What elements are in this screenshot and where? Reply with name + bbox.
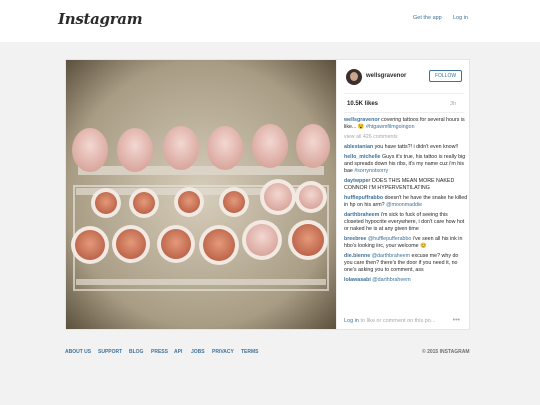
- follow-button[interactable]: FOLLOW: [429, 70, 462, 82]
- footer-link[interactable]: BLOG: [129, 349, 143, 355]
- caption: wellsgravenor covering tattoos for sever…: [344, 117, 468, 131]
- footer-link[interactable]: PRESS: [151, 349, 168, 355]
- header-divider: [344, 93, 464, 94]
- likes-count[interactable]: 10.5K likes: [347, 101, 378, 107]
- top-bar: Instagram Get the app Log in: [0, 0, 540, 42]
- comment-item: darthbraheem i'm sick to fuck of seeing …: [344, 212, 468, 233]
- comment-mention[interactable]: #sorrynotsorry: [354, 168, 388, 174]
- comment-username[interactable]: lolawasabi: [344, 277, 371, 283]
- post-username[interactable]: wellsgravenor: [366, 73, 406, 79]
- footer-link[interactable]: TERMS: [241, 349, 259, 355]
- comment-text: you have tatts?! i didn't even know!!: [373, 144, 459, 150]
- login-prompt-link[interactable]: Log in: [344, 318, 359, 324]
- caption-hashtag[interactable]: #htgawmfilmgoingon: [366, 124, 415, 130]
- comment-username[interactable]: hello_michelle: [344, 154, 381, 160]
- comments-list: wellsgravenor covering tattoos for sever…: [344, 117, 468, 287]
- log-in-link[interactable]: Log in: [453, 15, 468, 21]
- footer-link[interactable]: API: [174, 349, 182, 355]
- post-sidebar: wellsgravenor FOLLOW 10.5K likes 3h well…: [336, 60, 470, 329]
- login-prompt: Log in to like or comment on this po... …: [344, 317, 468, 324]
- comment-item: daytwpper DOES THIS MEAN MORE NAKED CONN…: [344, 178, 468, 192]
- comment-mention[interactable]: @hufflepufferabbo: [368, 236, 411, 242]
- comment-item: lolawasabi @darthbraheem: [344, 277, 468, 284]
- comment-item: hufflepuffrabbo doesn't he have the snak…: [344, 195, 468, 209]
- post-card: wellsgravenor FOLLOW 10.5K likes 3h well…: [65, 59, 470, 330]
- avatar[interactable]: [346, 69, 362, 85]
- post-photo: [66, 60, 336, 329]
- comment-item: hello_michelle Guys it's true, his tatto…: [344, 154, 468, 175]
- comment-username[interactable]: hufflepuffrabbo: [344, 195, 383, 201]
- login-prompt-text: to like or comment on this po...: [359, 318, 436, 324]
- comment-username[interactable]: die.bienne: [344, 253, 370, 259]
- comment-username[interactable]: breebree: [344, 236, 366, 242]
- comment-container: ablestanian you have tatts?! i didn't ev…: [344, 144, 468, 284]
- copyright: © 2015 INSTAGRAM: [422, 349, 470, 355]
- dizzy-face-emoji: 😵: [357, 124, 365, 130]
- footer-link[interactable]: JOBS: [191, 349, 205, 355]
- comment-mention[interactable]: @darthbraheem: [372, 253, 410, 259]
- likes-divider: [344, 112, 464, 113]
- get-app-link[interactable]: Get the app: [413, 15, 442, 21]
- comment-username[interactable]: darthbraheem: [344, 212, 379, 218]
- view-all-comments-link[interactable]: view all 426 comments: [344, 134, 468, 140]
- footer-link[interactable]: SUPPORT: [98, 349, 122, 355]
- comment-mention[interactable]: @darthbraheem: [372, 277, 410, 283]
- comment-item: ablestanian you have tatts?! i didn't ev…: [344, 144, 468, 151]
- instagram-logo[interactable]: Instagram: [58, 10, 143, 28]
- ellipsis-icon[interactable]: •••: [453, 317, 460, 324]
- comment-item: die.bienne @darthbraheem excuse me? why …: [344, 253, 468, 274]
- comment-username[interactable]: daytwpper: [344, 178, 371, 184]
- comment-item: breebree @hufflepufferabbo i've seen all…: [344, 236, 468, 250]
- footer-link[interactable]: PRIVACY: [212, 349, 234, 355]
- post-time[interactable]: 3h: [450, 101, 456, 107]
- comment-username[interactable]: ablestanian: [344, 144, 373, 150]
- caption-username[interactable]: wellsgravenor: [344, 117, 380, 123]
- footer-link[interactable]: ABOUT US: [65, 349, 91, 355]
- comment-mention[interactable]: @moonmaddie: [386, 202, 422, 208]
